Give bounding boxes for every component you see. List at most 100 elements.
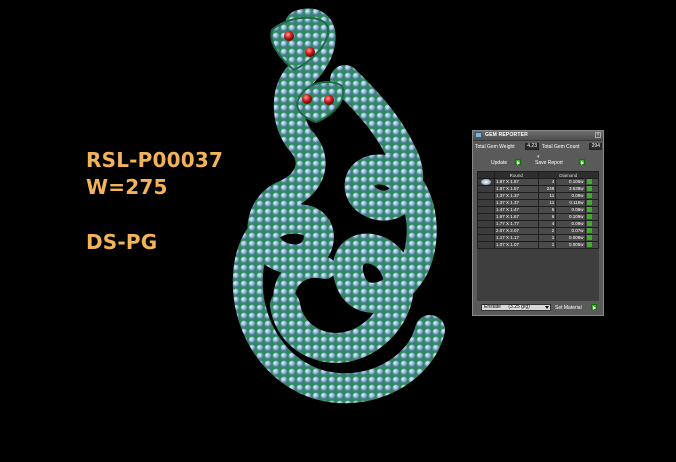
- material-select[interactable]: Enstate (3.25 g/g): [481, 304, 551, 311]
- gem-weight: 3.638w: [555, 185, 586, 193]
- gem-table: Round Diamond 1.87 X 1.87 4 0.106w 1.57 X 1…: [477, 171, 600, 249]
- gem-weight: 0.106w: [555, 178, 586, 186]
- gem-count: 5: [537, 206, 557, 214]
- product-weight-label: W=275: [86, 175, 168, 199]
- select-row-button[interactable]: [586, 242, 592, 248]
- gem-weight: 0.006w: [555, 234, 586, 242]
- chevron-down-icon: [545, 306, 549, 309]
- close-icon[interactable]: ×: [595, 132, 601, 138]
- gem-reporter-panel: GEM REPORTER × Total Gem Weight 4.23 Tot…: [472, 130, 604, 316]
- table-row[interactable]: 1.07 X 1.07 1 0.005w: [477, 241, 600, 249]
- gem-weight: 0.005w: [555, 241, 586, 249]
- update-label: Update: [491, 160, 508, 166]
- snake-right-eye-2: [324, 95, 334, 105]
- gem-shape-cell: [477, 220, 495, 228]
- gem-reporter-titlebar[interactable]: GEM REPORTER ×: [473, 131, 603, 141]
- total-gem-weight-label: Total Gem Weight: [475, 144, 515, 150]
- table-row[interactable]: 1.37 X 1.37 11 0.116w: [477, 199, 600, 207]
- gem-weight: 0.08w: [555, 206, 586, 214]
- gem-size: 2.07 X 2.07: [494, 227, 539, 235]
- totals-row: Total Gem Weight 4.23 Total Gem Count 29…: [475, 143, 603, 152]
- gem-shape-cell: [477, 234, 495, 242]
- gem-row-action: [584, 199, 600, 207]
- gem-size: 1.37 X 1.37: [494, 199, 539, 207]
- snake-right-tail: [273, 255, 336, 316]
- select-row-button[interactable]: [586, 214, 592, 220]
- gem-size: 1.07 X 1.07: [494, 241, 539, 249]
- shape-column-header: [477, 171, 495, 179]
- product-code-label: DS-PG: [86, 230, 158, 254]
- gem-count: 11: [537, 199, 557, 207]
- material-select-value: Enstate: [484, 304, 501, 310]
- gem-size: 1.37 X 1.37: [494, 192, 539, 200]
- gem-count: 6: [537, 213, 557, 221]
- gem-size: 1.87 X 1.87: [494, 178, 539, 186]
- gem-weight: 0.09w: [555, 192, 586, 200]
- gem-reporter-title: GEM REPORTER: [485, 132, 528, 138]
- table-row[interactable]: 2.07 X 2.07 2 0.07w: [477, 227, 600, 235]
- gem-reporter-app-icon: [475, 132, 482, 138]
- round-column-header: Round: [494, 171, 539, 179]
- total-gem-weight-value: 4.23: [525, 143, 539, 150]
- table-row[interactable]: 1.47 X 1.47 5 0.08w: [477, 206, 600, 214]
- set-material-button[interactable]: [591, 304, 597, 310]
- snake-left-eye-1: [284, 31, 294, 41]
- select-row-button[interactable]: [586, 228, 592, 234]
- round-diamond-icon: [481, 179, 491, 185]
- gem-row-action: [584, 178, 600, 186]
- gem-weight: 0.116w: [555, 199, 586, 207]
- set-material-label: Set Material: [555, 305, 582, 311]
- select-row-button[interactable]: [586, 200, 592, 206]
- table-row[interactable]: 1.37 X 1.37 11 0.09w: [477, 192, 600, 200]
- select-row-button[interactable]: [586, 193, 592, 199]
- gem-weight: 0.09w: [555, 220, 586, 228]
- snake-left-eye-2: [305, 47, 315, 57]
- gem-count: 4: [537, 178, 557, 186]
- select-row-button[interactable]: [586, 186, 592, 192]
- gem-count: 1: [537, 241, 557, 249]
- table-row[interactable]: 1.67 X 1.67 6 0.109w: [477, 213, 600, 221]
- gem-row-action: [584, 220, 600, 228]
- gem-row-action: [584, 206, 600, 214]
- gem-shape-cell: [477, 192, 495, 200]
- viewport-canvas: RSL-P00037 W=275 DS-PG GEM REPORTER × To…: [0, 0, 676, 457]
- action-row: Update Save Report ▾: [475, 154, 603, 168]
- gem-row-action: [584, 241, 600, 249]
- gem-count: 4: [537, 220, 557, 228]
- chevron-down-icon: ▾: [537, 154, 540, 160]
- gem-size: 1.77 X 1.77: [494, 220, 539, 228]
- gem-table-header: Round Diamond: [477, 171, 600, 179]
- gem-shape-cell: [477, 213, 495, 221]
- gem-row-action: [584, 185, 600, 193]
- material-density: (3.25 g/g): [508, 304, 530, 310]
- select-row-button[interactable]: [586, 221, 592, 227]
- gem-shape-cell: [477, 227, 495, 235]
- select-row-button[interactable]: [586, 207, 592, 213]
- gem-shape-cell: [477, 206, 495, 214]
- gem-shape-cell: [477, 178, 495, 186]
- gem-row-action: [584, 213, 600, 221]
- select-row-button[interactable]: [586, 179, 592, 185]
- table-row[interactable]: 1.17 X 1.17 1 0.006w: [477, 234, 600, 242]
- table-row[interactable]: 1.87 X 1.87 4 0.106w: [477, 178, 600, 186]
- snake-right-eye-1: [302, 94, 312, 104]
- gem-size: 1.47 X 1.47: [494, 206, 539, 214]
- update-button[interactable]: [515, 159, 521, 165]
- gem-shape-cell: [477, 185, 495, 193]
- gem-row-action: [584, 234, 600, 242]
- gem-count: 249: [537, 185, 557, 193]
- product-sku-label: RSL-P00037: [86, 148, 224, 172]
- gem-count: 11: [537, 192, 557, 200]
- table-row[interactable]: 1.57 X 1.57 249 3.638w: [477, 185, 600, 193]
- total-gem-count-label: Total Gem Count: [542, 144, 580, 150]
- diamond-column-header: Diamond: [537, 171, 600, 179]
- save-report-button[interactable]: [579, 159, 585, 165]
- gem-shape-cell: [477, 241, 495, 249]
- table-row[interactable]: 1.77 X 1.77 4 0.09w: [477, 220, 600, 228]
- select-row-button[interactable]: [586, 235, 592, 241]
- total-gem-count-value: 294: [589, 143, 602, 150]
- gem-weight: 0.109w: [555, 213, 586, 221]
- gem-row-action: [584, 192, 600, 200]
- material-row: Enstate (3.25 g/g) Set Material: [475, 303, 603, 313]
- gem-size: 1.57 X 1.57: [494, 185, 539, 193]
